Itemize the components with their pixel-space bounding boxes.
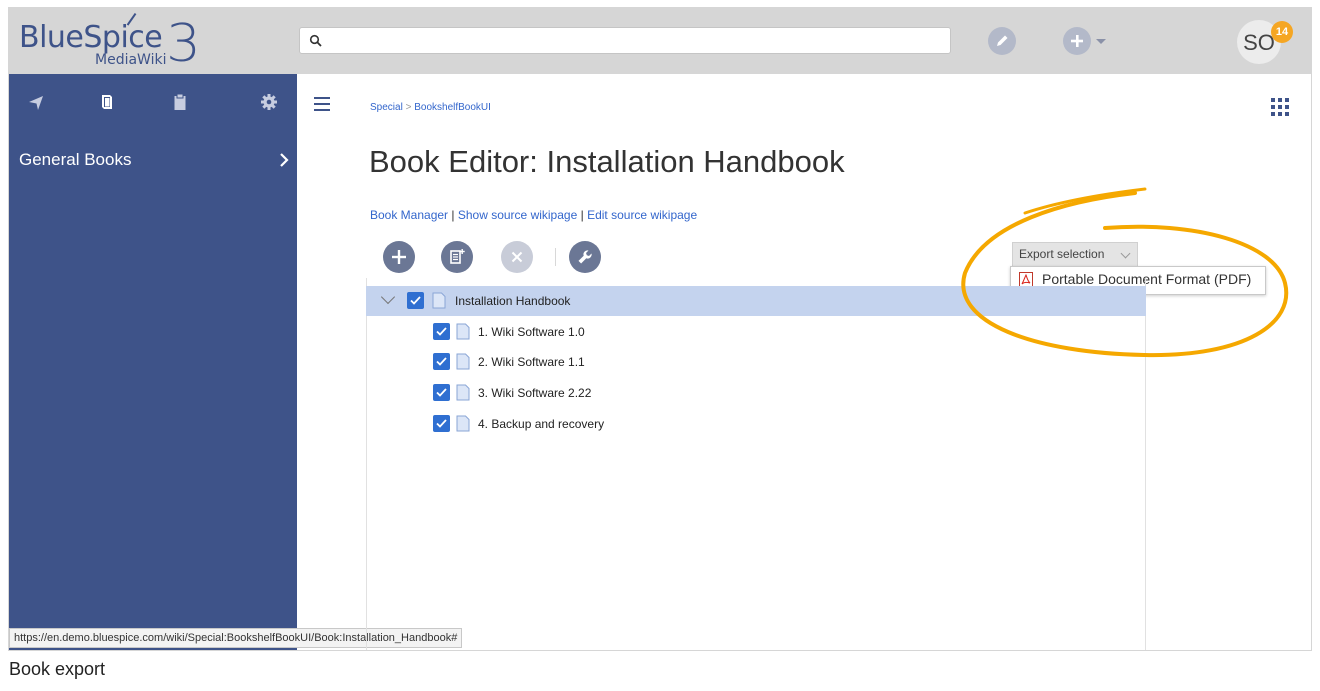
chevron-down-icon bbox=[1120, 248, 1131, 259]
hamburger-icon bbox=[314, 97, 330, 99]
link-separator: | bbox=[451, 208, 455, 222]
tree-node[interactable]: 1. Wiki Software 1.0 bbox=[366, 317, 1146, 347]
logo-subtitle: MediaWiki bbox=[95, 52, 167, 68]
tree-node-label: 2. Wiki Software 1.1 bbox=[478, 355, 585, 369]
sidebar-tab-clipboard[interactable] bbox=[166, 88, 194, 116]
link-separator: | bbox=[580, 208, 584, 222]
logo-version: 3 bbox=[166, 14, 201, 74]
export-selection-label: Export selection bbox=[1019, 247, 1105, 261]
sidebar: General Books bbox=[9, 74, 297, 650]
remove-button[interactable] bbox=[501, 241, 533, 273]
export-selection-button[interactable]: Export selection bbox=[1012, 242, 1138, 267]
screenshot-frame: BlueSpice MediaWiki 3 SO 14 General Book… bbox=[8, 7, 1312, 651]
clipboard-icon bbox=[174, 93, 186, 110]
document-icon bbox=[456, 323, 470, 340]
edit-source-link[interactable]: Edit source wikipage bbox=[587, 208, 697, 222]
breadcrumb-special[interactable]: Special bbox=[370, 102, 403, 113]
toolbar-divider bbox=[555, 248, 556, 266]
tree-node-label: 1. Wiki Software 1.0 bbox=[478, 325, 585, 339]
checkmark-icon bbox=[410, 296, 421, 305]
checkmark-icon bbox=[436, 419, 447, 428]
book-links: Book Manager | Show source wikipage | Ed… bbox=[370, 208, 697, 222]
book-icon bbox=[102, 95, 112, 109]
tree-node-label: Installation Handbook bbox=[455, 294, 571, 308]
tree-checkbox[interactable] bbox=[433, 415, 450, 432]
tree-checkbox[interactable] bbox=[407, 292, 424, 309]
navigation-icon bbox=[29, 96, 43, 110]
wrench-icon bbox=[578, 250, 592, 264]
breadcrumb-bookshelf[interactable]: BookshelfBookUI bbox=[414, 102, 491, 113]
tree-checkbox[interactable] bbox=[433, 384, 450, 401]
sidebar-tab-settings[interactable] bbox=[255, 88, 283, 116]
plus-icon bbox=[392, 250, 406, 264]
plus-icon bbox=[1071, 35, 1083, 47]
document-icon bbox=[456, 353, 470, 370]
breadcrumb-separator: > bbox=[405, 102, 412, 113]
search-box bbox=[299, 27, 951, 54]
top-bar: BlueSpice MediaWiki 3 SO 14 bbox=[9, 8, 1311, 74]
document-icon bbox=[456, 384, 470, 401]
breadcrumb: Special > BookshelfBookUI bbox=[370, 102, 491, 113]
edit-button[interactable] bbox=[988, 27, 1016, 55]
search-icon bbox=[309, 34, 322, 47]
tree-node-label: 4. Backup and recovery bbox=[478, 417, 605, 431]
document-icon bbox=[456, 415, 470, 432]
sidebar-item-general-books[interactable]: General Books bbox=[19, 150, 289, 174]
notification-badge[interactable]: 14 bbox=[1271, 21, 1293, 43]
document-icon bbox=[432, 292, 446, 309]
tree-checkbox[interactable] bbox=[433, 353, 450, 370]
sidebar-tab-books[interactable] bbox=[93, 88, 121, 116]
book-manager-link[interactable]: Book Manager bbox=[370, 208, 448, 222]
checkmark-icon bbox=[436, 357, 447, 366]
expand-toggle-icon[interactable] bbox=[380, 289, 396, 305]
figure-caption: Book export bbox=[9, 659, 106, 679]
chevron-right-icon bbox=[280, 153, 289, 167]
tree-node[interactable]: 4. Backup and recovery bbox=[366, 409, 1146, 439]
page-title: Book Editor: Installation Handbook bbox=[369, 144, 845, 179]
tree-node[interactable]: 2. Wiki Software 1.1 bbox=[366, 347, 1146, 377]
logo-text: BlueSpice bbox=[19, 20, 163, 55]
sidebar-tab-navigation[interactable] bbox=[23, 88, 51, 116]
pencil-icon bbox=[997, 35, 1008, 46]
checkmark-icon bbox=[436, 327, 447, 336]
tools-button[interactable] bbox=[569, 241, 601, 273]
apps-grid-icon[interactable] bbox=[1271, 98, 1289, 116]
tree-node-label: 3. Wiki Software 2.22 bbox=[478, 386, 592, 400]
add-chapter-button[interactable] bbox=[383, 241, 415, 273]
add-pages-button[interactable] bbox=[441, 241, 473, 273]
gear-icon bbox=[261, 94, 277, 110]
menu-toggle[interactable] bbox=[314, 97, 330, 111]
create-button[interactable] bbox=[1063, 27, 1091, 55]
tree-node[interactable]: 3. Wiki Software 2.22 bbox=[366, 378, 1146, 408]
logo[interactable]: BlueSpice MediaWiki 3 bbox=[19, 12, 219, 74]
show-source-link[interactable]: Show source wikipage bbox=[458, 208, 577, 222]
close-icon bbox=[511, 251, 523, 263]
search-input[interactable] bbox=[330, 30, 940, 51]
add-pages-icon bbox=[450, 249, 465, 264]
tree-node-root[interactable]: Installation Handbook bbox=[366, 286, 1146, 316]
tree-checkbox[interactable] bbox=[433, 323, 450, 340]
create-menu-caret-icon[interactable] bbox=[1096, 39, 1106, 44]
checkmark-icon bbox=[436, 388, 447, 397]
sidebar-item-label: General Books bbox=[19, 150, 132, 169]
